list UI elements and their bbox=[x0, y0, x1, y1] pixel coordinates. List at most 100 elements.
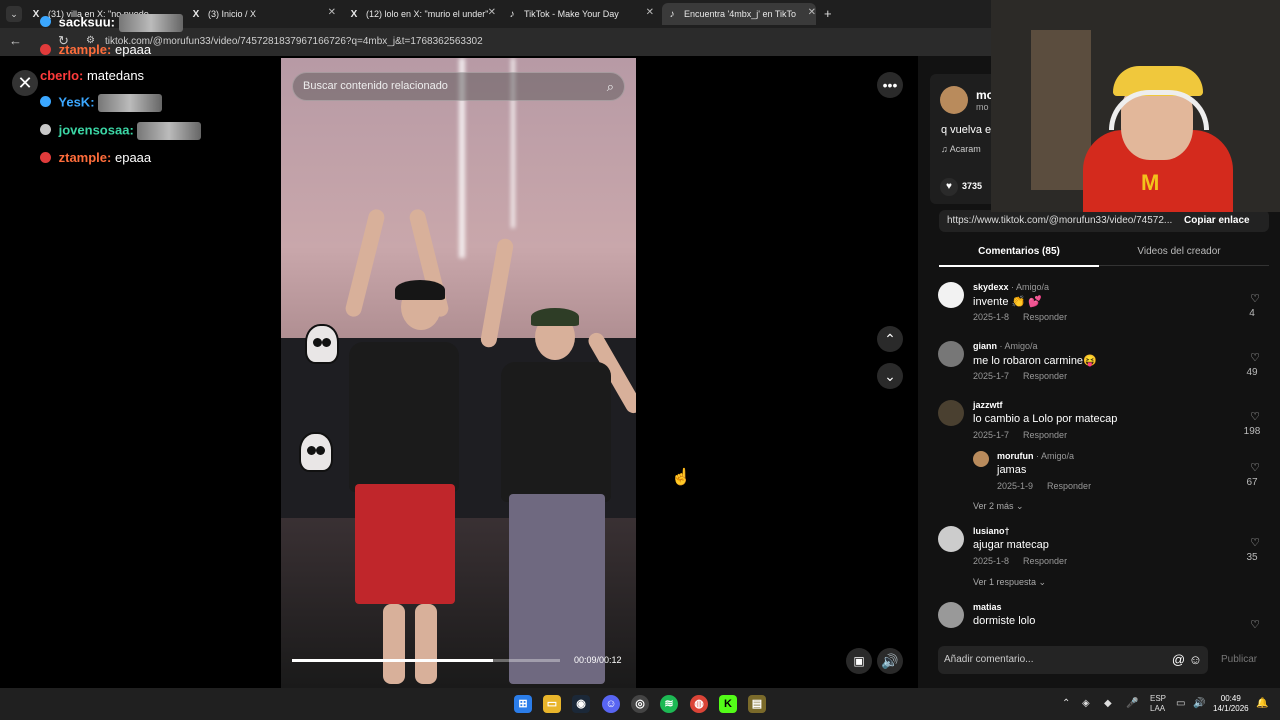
close-tab-icon[interactable]: ✕ bbox=[808, 7, 816, 18]
music-info[interactable]: ♫ Acaram bbox=[941, 144, 981, 154]
more-options-icon[interactable]: ••• bbox=[877, 72, 903, 98]
close-tab-icon[interactable]: ✕ bbox=[328, 7, 336, 18]
volume-icon[interactable]: 🔊 bbox=[1193, 698, 1205, 709]
comment-user[interactable]: matias bbox=[973, 602, 1002, 612]
notification-icon[interactable]: 🔔 bbox=[1256, 698, 1268, 709]
avatar[interactable] bbox=[973, 451, 989, 467]
reply-button[interactable]: Responder bbox=[1047, 481, 1091, 491]
browser-tab[interactable]: X (3) Inicio / X ✕ bbox=[190, 3, 336, 25]
chat-emote bbox=[137, 122, 202, 140]
close-icon[interactable]: ✕ bbox=[12, 70, 38, 96]
chat-text: epaaa bbox=[114, 42, 152, 57]
publish-button[interactable]: Publicar bbox=[1221, 654, 1257, 665]
chat-message: ztample: epaaa bbox=[40, 42, 151, 57]
reply-button[interactable]: Responder bbox=[1023, 430, 1067, 440]
url-text[interactable]: tiktok.com/@morufun33/video/745728183796… bbox=[105, 36, 483, 47]
steam-icon[interactable]: ◉ bbox=[572, 695, 590, 713]
mention-icon[interactable]: @ bbox=[1172, 652, 1185, 667]
search-placeholder: Buscar contenido relacionado bbox=[303, 80, 448, 92]
avatar[interactable] bbox=[938, 400, 964, 426]
heart-icon[interactable]: ♡ bbox=[1250, 461, 1260, 474]
comment-tag: · Amigo/a bbox=[999, 341, 1038, 351]
heart-icon[interactable]: ♡ bbox=[1250, 292, 1260, 305]
avatar[interactable] bbox=[938, 602, 964, 628]
reply-button[interactable]: Responder bbox=[1023, 556, 1067, 566]
game-app-icon[interactable]: ▤ bbox=[748, 695, 766, 713]
avatar[interactable] bbox=[938, 341, 964, 367]
comment-input[interactable]: Añadir comentario... @ ☺ bbox=[938, 646, 1208, 674]
comment-text: me lo robaron carmine😝 bbox=[973, 355, 1097, 367]
heart-icon[interactable]: ♡ bbox=[1250, 351, 1260, 364]
new-tab-icon[interactable]: + bbox=[824, 6, 832, 21]
comment-user[interactable]: jazzwtf bbox=[973, 400, 1003, 410]
windows-start-icon[interactable]: ⊞ bbox=[514, 695, 532, 713]
comment-like-count: 4 bbox=[1249, 308, 1255, 319]
avatar[interactable] bbox=[938, 526, 964, 552]
microphone-icon[interactable]: 🎤 bbox=[1126, 698, 1138, 709]
author-avatar[interactable] bbox=[940, 86, 968, 114]
heart-icon[interactable]: ♥ bbox=[940, 178, 958, 196]
language-indicator[interactable]: ESP LAA bbox=[1150, 694, 1166, 714]
discord-icon[interactable]: ☺ bbox=[602, 695, 620, 713]
heart-icon[interactable]: ♡ bbox=[1250, 618, 1260, 631]
tiktok-logo-icon: ♪ bbox=[669, 8, 675, 20]
video-progress-bar[interactable] bbox=[292, 659, 560, 662]
kick-icon[interactable]: K bbox=[719, 695, 737, 713]
comment-date: 2025-1-8 bbox=[973, 312, 1010, 322]
emoji-icon[interactable]: ☺ bbox=[1189, 652, 1202, 667]
windows-taskbar: ⊞ ▭ ◉ ☺ ◎ ≋ ◍ K ▤ ⌃ ◈ ◆ 🎤 ESP LAA ▭ 🔊 00:… bbox=[0, 688, 1280, 720]
comment-user[interactable]: morufun · Amigo/a bbox=[997, 451, 1074, 461]
related-search-input[interactable]: Buscar contenido relacionado ⌕ bbox=[292, 72, 625, 101]
comment-user[interactable]: skydexx · Amigo/a bbox=[973, 282, 1049, 292]
tray-app-icon[interactable]: ◈ bbox=[1082, 698, 1090, 709]
search-icon[interactable]: ⌕ bbox=[607, 73, 614, 100]
tray-app-icon[interactable]: ◆ bbox=[1104, 698, 1112, 709]
chat-badge-icon bbox=[40, 96, 51, 108]
spotify-icon[interactable]: ≋ bbox=[660, 695, 678, 713]
volume-icon[interactable]: 🔊 bbox=[877, 648, 903, 674]
tab-creator-videos[interactable]: Videos del creador bbox=[1099, 246, 1259, 257]
x-logo-icon: X bbox=[192, 8, 200, 20]
close-tab-icon[interactable]: ✕ bbox=[646, 7, 654, 18]
webcam-background-door bbox=[1031, 30, 1091, 190]
browser-tab-active[interactable]: ♪ Encuentra '4mbx_j' en TikTo ✕ bbox=[662, 3, 816, 25]
chevron-down-icon[interactable]: ⌄ bbox=[877, 363, 903, 389]
video-player[interactable] bbox=[281, 58, 636, 688]
close-tab-icon[interactable]: ✕ bbox=[488, 7, 496, 18]
comment-username: matias bbox=[973, 602, 1002, 612]
tab-comments[interactable]: Comentarios (85) bbox=[939, 246, 1099, 267]
back-arrow-icon[interactable]: ← bbox=[9, 33, 22, 48]
reply-button[interactable]: Responder bbox=[1023, 312, 1067, 322]
chevron-up-icon[interactable]: ⌃ bbox=[877, 326, 903, 352]
comment-like-count: 198 bbox=[1243, 426, 1261, 437]
view-more-replies[interactable]: Ver 2 más ⌄ bbox=[973, 501, 1024, 512]
browser-tab[interactable]: X (12) lolo en X: "murio el under" ✕ bbox=[348, 3, 496, 25]
mini-player-icon[interactable]: ▣ bbox=[846, 648, 872, 674]
clock-time: 00:49 bbox=[1220, 694, 1241, 703]
mcdonalds-logo-icon: M bbox=[1141, 170, 1160, 195]
music-title: Acaram bbox=[949, 144, 981, 154]
tab-title: (12) lolo en X: "murio el under" bbox=[366, 9, 489, 19]
comment-like-count: 67 bbox=[1246, 477, 1258, 488]
network-icon[interactable]: ▭ bbox=[1176, 698, 1185, 709]
obs-icon[interactable]: ◎ bbox=[631, 695, 649, 713]
heart-icon[interactable]: ♡ bbox=[1250, 536, 1260, 549]
heart-icon[interactable]: ♡ bbox=[1250, 410, 1260, 423]
comment-user[interactable]: lusiano† bbox=[973, 526, 1010, 536]
comment-date: 2025-1-7 bbox=[973, 430, 1010, 440]
chevron-up-icon[interactable]: ⌃ bbox=[1062, 698, 1070, 709]
share-link[interactable]: https://www.tiktok.com/@morufun33/video/… bbox=[947, 215, 1172, 226]
comment-user[interactable]: giann · Amigo/a bbox=[973, 341, 1038, 351]
chrome-icon[interactable]: ◍ bbox=[690, 695, 708, 713]
browser-tab[interactable]: ♪ TikTok - Make Your Day ✕ bbox=[506, 3, 655, 25]
avatar[interactable] bbox=[938, 282, 964, 308]
clock-date: 14/1/2026 bbox=[1213, 704, 1249, 713]
system-clock[interactable]: 00:49 14/1/2026 bbox=[1213, 694, 1249, 714]
file-explorer-icon[interactable]: ▭ bbox=[543, 695, 561, 713]
copy-link-button[interactable]: Copiar enlace bbox=[1184, 215, 1250, 226]
tab-title: TikTok - Make Your Day bbox=[524, 9, 619, 19]
view-more-replies[interactable]: Ver 1 respuesta ⌄ bbox=[973, 577, 1046, 588]
chat-user: YesK bbox=[58, 94, 91, 110]
tab-search-icon[interactable]: ⌄ bbox=[6, 6, 22, 22]
reply-button[interactable]: Responder bbox=[1023, 371, 1067, 381]
